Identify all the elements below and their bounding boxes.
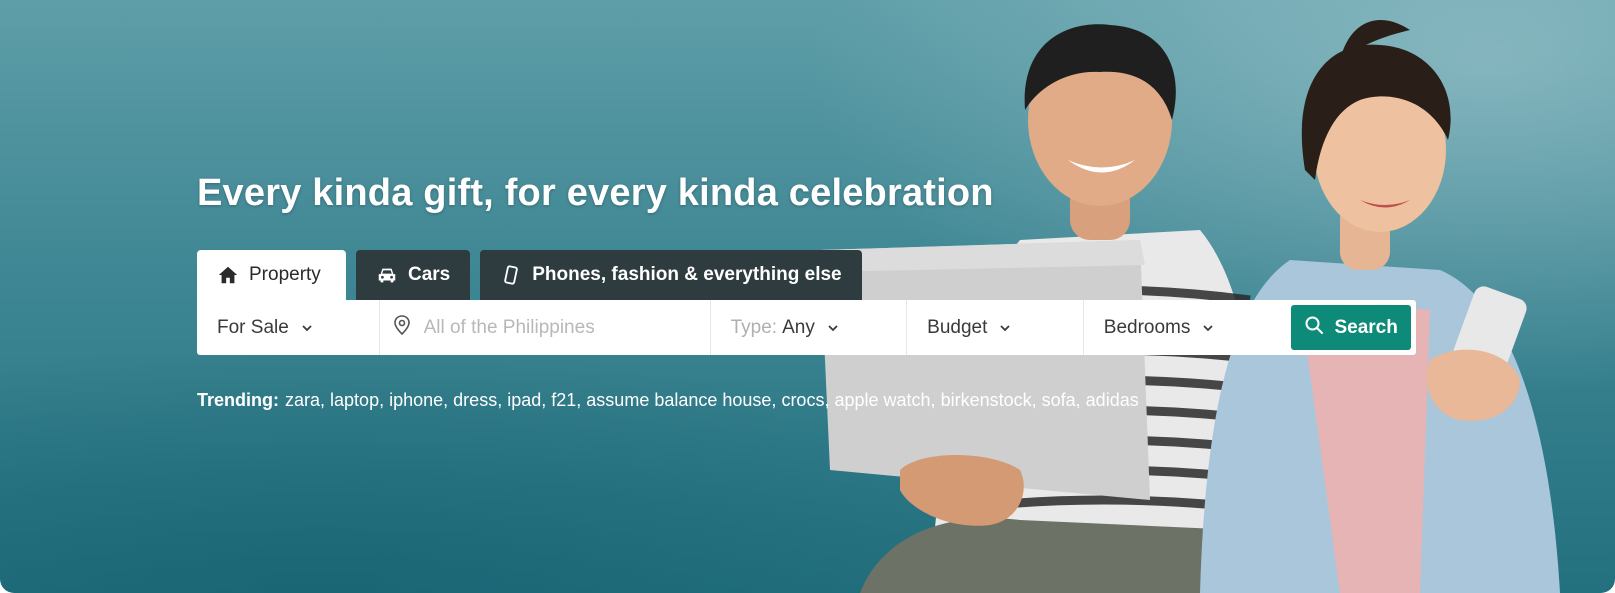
chevron-down-icon	[827, 322, 839, 334]
listing-type-dropdown[interactable]: For Sale	[197, 300, 380, 355]
type-value: Any	[782, 316, 815, 338]
chevron-down-icon	[999, 322, 1011, 334]
search-button[interactable]: Search	[1291, 305, 1411, 350]
search-bar: For Sale Type: Any Budget Bedrooms	[197, 300, 1416, 355]
trending-term-link[interactable]: crocs	[781, 390, 824, 410]
trending-term-link[interactable]: ipad	[507, 390, 541, 410]
tab-label: Phones, fashion & everything else	[532, 264, 842, 285]
location-input[interactable]	[421, 315, 690, 340]
budget-label: Budget	[927, 316, 988, 338]
search-icon	[1304, 315, 1324, 341]
separator: ,	[1075, 390, 1086, 410]
home-icon	[217, 264, 239, 286]
budget-dropdown[interactable]: Budget	[907, 300, 1084, 355]
phone-icon	[500, 264, 522, 286]
page-title: Every kinda gift, for every kinda celebr…	[197, 172, 994, 214]
separator: ,	[771, 390, 782, 410]
separator: ,	[541, 390, 552, 410]
separator: ,	[930, 390, 941, 410]
trending-terms: zara, laptop, iphone, dress, ipad, f21, …	[285, 390, 1139, 411]
trending-term-link[interactable]: iphone	[389, 390, 443, 410]
trending-term-link[interactable]: laptop	[330, 390, 379, 410]
tab-cars[interactable]: Cars	[356, 250, 471, 300]
separator: ,	[824, 390, 835, 410]
separator: ,	[443, 390, 454, 410]
listing-type-value: For Sale	[217, 316, 289, 338]
bedrooms-label: Bedrooms	[1103, 316, 1191, 338]
separator: ,	[497, 390, 508, 410]
property-type-dropdown[interactable]: Type: Any	[711, 300, 908, 355]
trending-term-link[interactable]: sofa	[1042, 390, 1076, 410]
category-tabs: Property Cars Phones, fashion & everythi…	[197, 250, 862, 300]
car-icon	[376, 264, 398, 286]
chevron-down-icon	[301, 322, 313, 334]
hero-photo	[820, 20, 1560, 593]
trending-term-link[interactable]: birkenstock	[941, 390, 1032, 410]
type-label: Type:	[730, 316, 778, 338]
trending-term-link[interactable]: assume balance house	[586, 390, 771, 410]
location-field[interactable]	[380, 300, 711, 355]
separator: ,	[576, 390, 587, 410]
tab-label: Cars	[408, 264, 451, 285]
trending-searches: Trending: zara, laptop, iphone, dress, i…	[197, 390, 1139, 411]
trending-label: Trending:	[197, 390, 279, 410]
tab-label: Property	[249, 264, 321, 285]
separator: ,	[1031, 390, 1042, 410]
trending-term-link[interactable]: zara	[285, 390, 320, 410]
trending-term-link[interactable]: adidas	[1086, 390, 1139, 410]
bedrooms-dropdown[interactable]: Bedrooms	[1084, 300, 1292, 355]
trending-term-link[interactable]: f21	[551, 390, 576, 410]
separator: ,	[320, 390, 331, 410]
trending-term-link[interactable]: apple watch	[834, 390, 930, 410]
tab-phones-fashion-everything[interactable]: Phones, fashion & everything else	[480, 250, 862, 300]
trending-term-link[interactable]: dress	[453, 390, 497, 410]
hero-banner: Every kinda gift, for every kinda celebr…	[0, 0, 1615, 593]
separator: ,	[379, 390, 390, 410]
tab-property[interactable]: Property	[197, 250, 346, 300]
chevron-down-icon	[1202, 322, 1214, 334]
search-button-label: Search	[1334, 316, 1398, 338]
location-pin-icon	[392, 314, 412, 342]
